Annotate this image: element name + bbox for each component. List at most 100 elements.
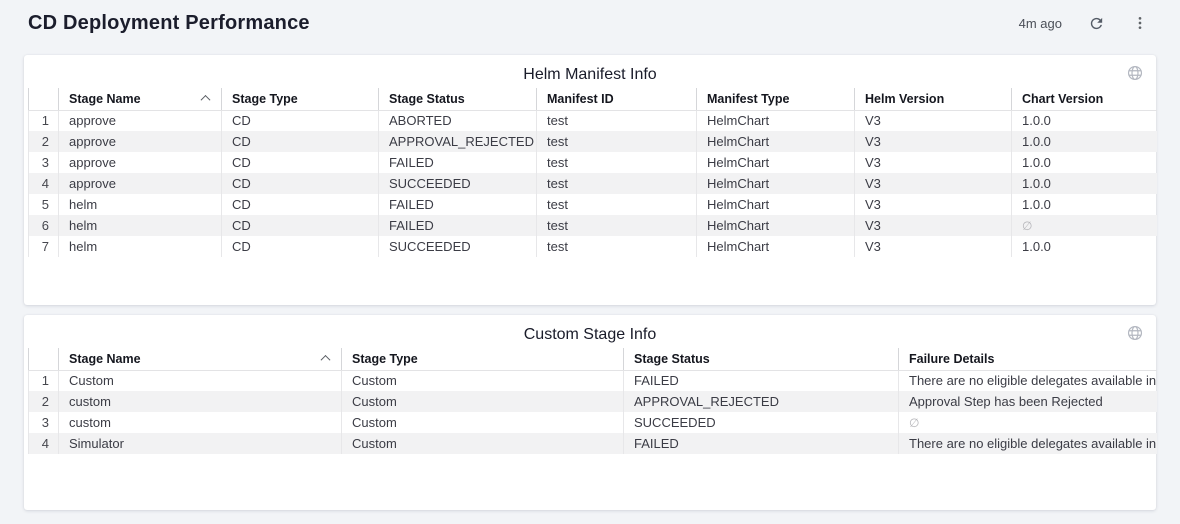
table-cell: test <box>537 194 697 215</box>
table-cell: FAILED <box>624 370 899 391</box>
table-row: 2approveCDAPPROVAL_REJECTEDtestHelmChart… <box>29 131 1157 152</box>
table-cell: V3 <box>855 152 1012 173</box>
table-cell: FAILED <box>379 215 537 236</box>
tile-custom-stage-info: Custom Stage Info Stage NameStage TypeSt… <box>24 315 1156 510</box>
refresh-button[interactable] <box>1086 13 1106 33</box>
row-number-cell: 2 <box>29 391 59 412</box>
table-cell: APPROVAL_REJECTED <box>379 131 537 152</box>
table-cell: SUCCEEDED <box>379 173 537 194</box>
table-row: 3customCustomSUCCEEDED∅ <box>29 412 1157 433</box>
row-number-cell: 3 <box>29 412 59 433</box>
row-number-header <box>29 88 59 110</box>
table-cell: Custom <box>342 433 624 454</box>
table-cell: test <box>537 110 697 131</box>
table-cell: helm <box>59 215 222 236</box>
column-header-label: Stage Type <box>352 352 418 366</box>
column-header-label: Stage Type <box>232 92 298 106</box>
table-cell: CD <box>222 152 379 173</box>
kebab-menu-button[interactable] <box>1130 13 1150 33</box>
column-header-stage-type[interactable]: Stage Type <box>342 348 624 370</box>
table-cell: ABORTED <box>379 110 537 131</box>
table-cell: Custom <box>342 391 624 412</box>
table-header-row: Stage Name Stage Type Stage Status Manifest… <box>29 88 1157 110</box>
sort-asc-icon <box>321 355 331 365</box>
table-cell: 1.0.0 <box>1012 131 1157 152</box>
table-cell: test <box>537 215 697 236</box>
table-cell: SUCCEEDED <box>379 236 537 257</box>
column-header-stage-type[interactable]: Stage Type <box>222 88 379 110</box>
table-cell: HelmChart <box>697 215 855 236</box>
table-cell: FAILED <box>379 194 537 215</box>
row-number-cell: 5 <box>29 194 59 215</box>
table-cell: FAILED <box>624 433 899 454</box>
column-header-label: Stage Name <box>69 352 141 366</box>
column-header-manifest-type[interactable]: Manifest Type <box>697 88 855 110</box>
table-cell: CD <box>222 173 379 194</box>
tile-title: Custom Stage Info <box>24 315 1156 348</box>
row-number-cell: 6 <box>29 215 59 236</box>
column-header-label: Chart Version <box>1022 92 1103 106</box>
table-cell: helm <box>59 194 222 215</box>
table-cell: CD <box>222 194 379 215</box>
table-cell: HelmChart <box>697 152 855 173</box>
table-cell: test <box>537 131 697 152</box>
table-cell: V3 <box>855 131 1012 152</box>
table-cell: 1.0.0 <box>1012 173 1157 194</box>
row-number-cell: 1 <box>29 370 59 391</box>
table-cell: 1.0.0 <box>1012 110 1157 131</box>
refresh-icon <box>1088 15 1105 32</box>
table-cell: V3 <box>855 215 1012 236</box>
row-number-cell: 4 <box>29 433 59 454</box>
column-header-stage-name[interactable]: Stage Name <box>59 88 222 110</box>
table-cell: helm <box>59 236 222 257</box>
tile-helm-manifest-info: Helm Manifest Info Stage NameStage TypeS… <box>24 55 1156 305</box>
table-row: 3approveCDFAILEDtestHelmChartV31.0.0 <box>29 152 1157 173</box>
column-header-label: Failure Details <box>909 352 994 366</box>
table-cell: Approval Step has been Rejected <box>899 391 1157 412</box>
column-header-label: Stage Status <box>634 352 710 366</box>
table-cell: CD <box>222 110 379 131</box>
page-title: CD Deployment Performance <box>28 12 310 35</box>
table-row: 4SimulatorCustomFAILEDThere are no eligi… <box>29 433 1157 454</box>
sort-asc-icon <box>201 95 211 105</box>
globe-icon[interactable] <box>1126 64 1144 87</box>
dashboard-header: CD Deployment Performance 4m ago <box>0 0 1180 46</box>
table-row: 5helmCDFAILEDtestHelmChartV31.0.0 <box>29 194 1157 215</box>
table-cell: approve <box>59 152 222 173</box>
column-header-manifest-id[interactable]: Manifest ID <box>537 88 697 110</box>
table-cell: approve <box>59 173 222 194</box>
column-header-stage-status[interactable]: Stage Status <box>379 88 537 110</box>
table-header-row: Stage Name Stage Type Stage Status Failure … <box>29 348 1157 370</box>
table-cell: HelmChart <box>697 173 855 194</box>
row-number-cell: 7 <box>29 236 59 257</box>
column-header-failure-details[interactable]: Failure Details <box>899 348 1157 370</box>
table-row: 6helmCDFAILEDtestHelmChartV3∅ <box>29 215 1157 236</box>
table-cell: 1.0.0 <box>1012 236 1157 257</box>
table-cell: HelmChart <box>697 131 855 152</box>
table-cell: custom <box>59 391 342 412</box>
table-row: 7helmCDSUCCEEDEDtestHelmChartV31.0.0 <box>29 236 1157 257</box>
column-header-label: Stage Status <box>389 92 465 106</box>
column-header-stage-status[interactable]: Stage Status <box>624 348 899 370</box>
kebab-menu-icon <box>1132 15 1148 31</box>
last-updated-label: 4m ago <box>1019 16 1062 31</box>
row-number-header <box>29 348 59 370</box>
table-cell: 1.0.0 <box>1012 194 1157 215</box>
table-cell: CD <box>222 236 379 257</box>
table-cell: test <box>537 173 697 194</box>
column-header-chart-version[interactable]: Chart Version <box>1012 88 1157 110</box>
table-row: 4approveCDSUCCEEDEDtestHelmChartV31.0.0 <box>29 173 1157 194</box>
table-cell: approve <box>59 131 222 152</box>
table-cell: There are no eligible delegates availabl… <box>899 433 1157 454</box>
table-cell: SUCCEEDED <box>624 412 899 433</box>
globe-icon[interactable] <box>1126 324 1144 347</box>
column-header-label: Manifest Type <box>707 92 789 106</box>
table-cell: approve <box>59 110 222 131</box>
table-cell: Custom <box>342 370 624 391</box>
table-cell: test <box>537 152 697 173</box>
table-cell: CD <box>222 131 379 152</box>
row-number-cell: 2 <box>29 131 59 152</box>
table-cell: FAILED <box>379 152 537 173</box>
column-header-stage-name[interactable]: Stage Name <box>59 348 342 370</box>
column-header-helm-version[interactable]: Helm Version <box>855 88 1012 110</box>
